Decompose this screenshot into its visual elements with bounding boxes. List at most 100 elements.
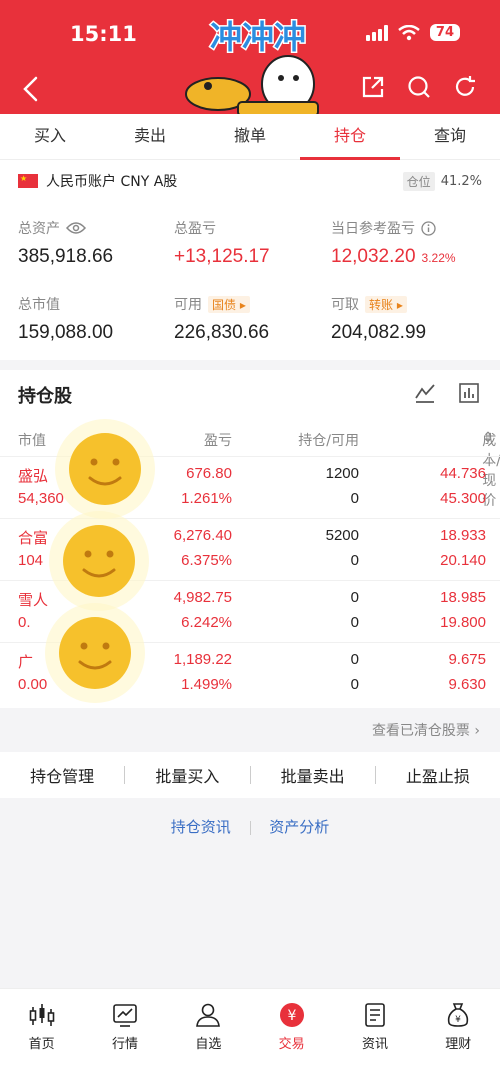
col-position: 持仓/可用 [298,433,359,449]
batch-sell-button[interactable]: 批量卖出 [251,763,375,787]
nav-news[interactable]: 资讯 [333,989,416,1086]
smiley-sun-sticker [45,603,145,703]
info-icon[interactable] [421,220,436,236]
holdings-news-link[interactable]: 持仓资讯 [157,816,245,837]
nav-label: 自选 [195,1037,222,1052]
batch-buy-button[interactable]: 批量买入 [125,763,249,787]
account-label: 人民币账户 CNY A股 [46,174,178,190]
nav-label: 资讯 [361,1037,388,1052]
take-profit-stop-loss-button[interactable]: 止盈止损 [376,763,500,787]
stock-available: 0 [350,490,359,507]
stock-available: 0 [350,552,359,569]
china-flag-icon [18,174,38,188]
market-value-value: 159,088.00 [18,322,114,343]
transfer-tag-button[interactable]: 转账 ▸ [365,295,407,313]
header-actions [360,74,478,100]
stock-pl: 4,982.75 [173,589,232,606]
view-cleared-stocks-link[interactable]: 查看已清仓股票 › [372,720,480,740]
candlestick-icon [29,1004,54,1026]
holdings-view-toggles [414,382,480,404]
tab-buy[interactable]: 买入 [0,114,100,159]
stock-pl-pct: 6.375% [181,552,232,569]
col-market-value: 市值 [18,433,46,449]
wifi-icon [398,24,420,40]
stock-position: 1200 [325,465,359,482]
withdrawable-funds: 可取 转账 ▸ 204,082.99 [331,294,426,344]
share-icon[interactable] [360,74,386,100]
nav-wealth[interactable]: ¥ 理财 [417,989,500,1086]
status-time: 15:11 [70,22,137,46]
holdings-panel: 持仓股 市值 盈亏 持仓/可用 成本/现价 ⇕ 盛弘 54,360 676.80… [0,370,500,708]
stock-name: 广 [18,654,34,671]
nav-market[interactable]: 行情 [83,989,166,1086]
available-value: 226,830.66 [174,322,270,343]
eye-icon[interactable] [66,221,86,235]
manage-holdings-button[interactable]: 持仓管理 [0,763,124,787]
bottom-nav: 首页 行情 自选 ¥ 交易 资讯 ¥ 理财 [0,988,500,1086]
asset-analysis-link[interactable]: 资产分析 [255,816,343,837]
stock-price: 45.300 [440,490,486,507]
stock-pl: 676.80 [186,465,232,482]
position-ratio: 仓位 41.2% [402,171,482,191]
user-icon [196,1003,221,1027]
svg-text:¥: ¥ [455,1015,461,1025]
stock-name: 盛弘 [18,468,49,485]
bar-chart-icon[interactable] [458,382,480,404]
nav-label: 交易 [278,1037,305,1052]
svg-text:¥: ¥ [287,1008,296,1024]
trade-tabs: 买入 卖出 撤单 持仓 查询 [0,114,500,160]
today-pl-pct: 3.22% [421,251,456,265]
tab-cancel[interactable]: 撤单 [200,114,300,159]
position-value: 41.2% [440,173,482,189]
tab-sell[interactable]: 卖出 [100,114,200,159]
stock-price: 9.630 [448,676,486,693]
stock-available: 0 [350,676,359,693]
status-icons: 74 [365,24,460,41]
stock-available: 0 [350,614,359,631]
back-icon[interactable] [18,74,44,104]
stock-cost: 44.736 [440,465,486,482]
nav-trade[interactable]: ¥ 交易 [250,989,333,1086]
stock-pl: 1,189.22 [173,651,232,668]
total-pl: 总盈亏 +13,125.17 [174,218,270,268]
today-pl-label: 当日参考盈亏 [331,221,415,237]
total-assets-value: 385,918.66 [18,246,114,267]
battery-indicator: 74 [429,24,460,41]
col-cost-price[interactable]: 成本/现价 ⇕ [482,430,500,509]
stock-cost: 18.933 [440,527,486,544]
line-chart-icon[interactable] [414,382,436,404]
stock-market-value: 104 [18,552,44,569]
today-pl-value: 12,032.20 [331,246,416,267]
stock-market-value: 0. [18,614,31,631]
stock-position: 0 [350,589,359,606]
position-tag: 仓位 [402,171,435,191]
sticker-text: 冲冲冲 [210,18,306,56]
market-value-label: 总市值 [18,297,60,313]
stock-pl: 6,276.40 [173,527,232,544]
refresh-icon[interactable] [452,74,478,100]
account-row[interactable]: 人民币账户 CNY A股 仓位 41.2% [18,170,482,192]
today-pl: 当日参考盈亏 12,032.20 3.22% [331,218,456,268]
yuan-icon: ¥ [279,1003,304,1027]
available-label: 可用 [174,297,202,313]
tab-holdings[interactable]: 持仓 [300,114,400,160]
stock-cost: 9.675 [448,651,486,668]
bond-tag-button[interactable]: 国债 ▸ [208,295,250,313]
nav-home[interactable]: 首页 [0,989,83,1086]
tab-query[interactable]: 查询 [400,114,500,159]
signal-icon [365,24,388,41]
stock-position: 0 [350,651,359,668]
search-icon[interactable] [406,74,432,100]
stock-pl-pct: 6.242% [181,614,232,631]
top-bar: 15:11 74 冲冲冲 [0,0,500,117]
nav-label: 理财 [445,1037,472,1052]
divider [249,820,251,835]
news-icon [365,1003,385,1027]
nav-watchlist[interactable]: 自选 [167,989,250,1086]
total-pl-label: 总盈亏 [174,221,216,237]
sticker-image: 冲冲冲 [185,17,319,117]
info-links: 持仓资讯 资产分析 [0,816,500,840]
withdrawable-label: 可取 [331,297,359,313]
stock-pl-pct: 1.499% [181,676,232,693]
nav-label: 首页 [28,1037,55,1052]
